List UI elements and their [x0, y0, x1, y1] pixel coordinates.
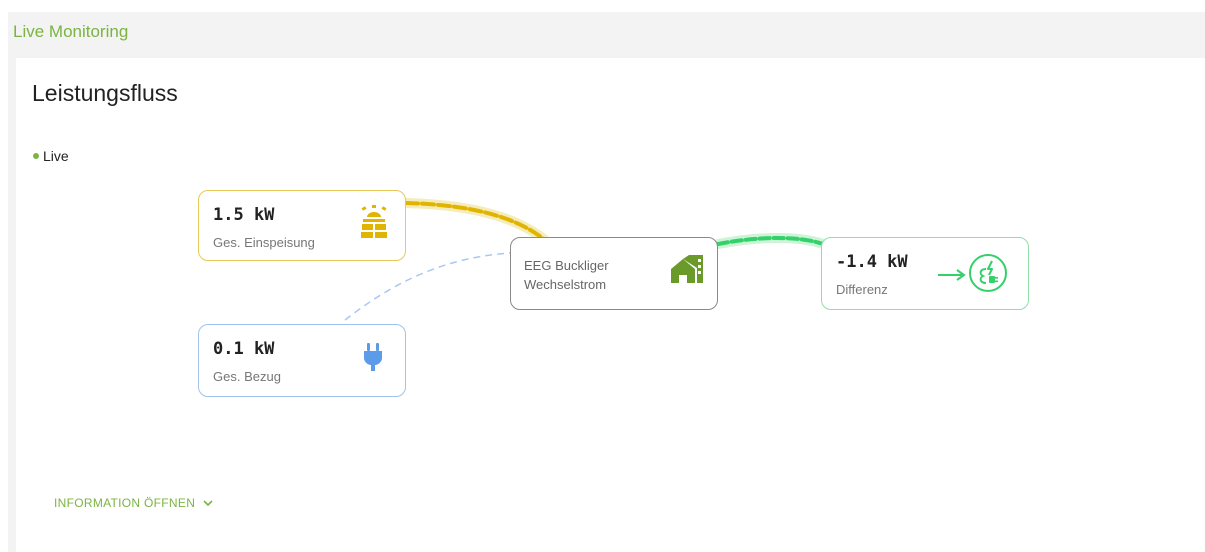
hub-name-line1: EEG Buckliger: [524, 258, 609, 273]
grid-label: Ges. Bezug: [213, 369, 281, 384]
information-open-label: INFORMATION ÖFFNEN: [54, 496, 196, 510]
house-icon: [669, 255, 703, 288]
information-open-button[interactable]: INFORMATION ÖFFNEN: [54, 496, 213, 510]
hub-label: EEG Buckliger Wechselstrom: [524, 256, 644, 294]
plug-icon: [364, 343, 382, 376]
grid-power-icon: [968, 253, 1008, 298]
difference-value: -1.4 kW: [836, 252, 908, 272]
grid-value: 0.1 kW: [213, 339, 275, 359]
grid-import-node[interactable]: 0.1 kW Ges. Bezug: [198, 324, 406, 397]
solar-label: Ges. Einspeisung: [213, 235, 315, 250]
solar-feed-in-node[interactable]: 1.5 kW Ges. Einspeisung: [198, 190, 406, 261]
chevron-down-icon: [203, 499, 213, 506]
difference-label: Differenz: [836, 282, 888, 297]
arrow-right-icon: [938, 268, 966, 287]
solar-value: 1.5 kW: [213, 205, 275, 225]
solar-panel-icon: [359, 205, 389, 244]
grid-flow-line: [344, 252, 511, 321]
difference-node[interactable]: -1.4 kW Differenz: [821, 237, 1029, 310]
eeg-community-node[interactable]: EEG Buckliger Wechselstrom: [510, 237, 718, 310]
hub-name-line2: Wechselstrom: [524, 277, 607, 292]
